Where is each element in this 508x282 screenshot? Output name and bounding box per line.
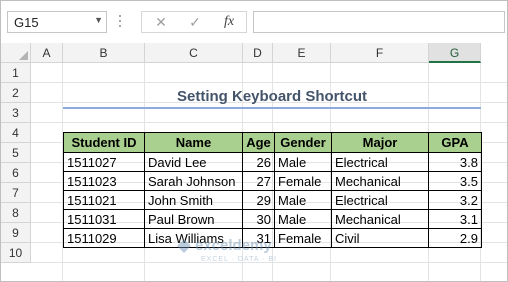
cell-age[interactable]: 27 [242, 171, 275, 191]
formula-input[interactable] [253, 11, 505, 33]
cell-gender[interactable]: Male [274, 190, 332, 210]
table-row: 1511023 Sarah Johnson 27 Female Mechanic… [63, 171, 482, 191]
sheet-title: Setting Keyboard Shortcut [176, 88, 367, 105]
cell-gpa[interactable]: 2.9 [428, 228, 482, 248]
row-header-9[interactable]: 9 [1, 223, 31, 243]
column-header-a[interactable]: A [31, 43, 63, 63]
cell-student-id[interactable]: 1511031 [63, 209, 145, 229]
table-header-row: Student ID Name Age Gender Major GPA [63, 132, 482, 153]
cell-age[interactable]: 31 [242, 228, 275, 248]
cell-age[interactable]: 30 [242, 209, 275, 229]
row-header-1[interactable]: 1 [1, 63, 31, 83]
column-header-e[interactable]: E [273, 43, 331, 63]
cancel-icon[interactable]: ✕ [148, 13, 174, 31]
header-gpa[interactable]: GPA [428, 132, 482, 153]
cell-gpa[interactable]: 3.2 [428, 190, 482, 210]
header-age[interactable]: Age [242, 132, 275, 153]
row-header-5[interactable]: 5 [1, 143, 31, 163]
row-header-8[interactable]: 8 [1, 203, 31, 223]
formula-buttons: ✕ ✓ fx [141, 11, 247, 33]
cell-major[interactable]: Civil [331, 228, 429, 248]
insert-function-icon[interactable]: fx [216, 13, 242, 31]
cell-major[interactable]: Electrical [331, 152, 429, 172]
cell-gender[interactable]: Female [274, 228, 332, 248]
header-student-id[interactable]: Student ID [63, 132, 145, 153]
name-box[interactable]: G15 ▼ [7, 11, 107, 33]
enter-check-icon[interactable]: ✓ [182, 13, 208, 31]
chevron-down-icon[interactable]: ▼ [94, 15, 103, 25]
column-header-c[interactable]: C [145, 43, 243, 63]
column-header-b[interactable]: B [63, 43, 145, 63]
cell-gpa[interactable]: 3.1 [428, 209, 482, 229]
row-header-4[interactable]: 4 [1, 123, 31, 143]
name-box-value: G15 [14, 15, 39, 30]
formula-bar: G15 ▼ ✕ ✓ fx [1, 1, 507, 43]
cell-major[interactable]: Mechanical [331, 209, 429, 229]
table-row: 1511029 Lisa Williams 31 Female Civil 2.… [63, 228, 482, 248]
column-header-f[interactable]: F [331, 43, 429, 63]
table-row: 1511031 Paul Brown 30 Male Mechanical 3.… [63, 209, 482, 229]
column-header-d[interactable]: D [243, 43, 273, 63]
cell-name[interactable]: John Smith [144, 190, 243, 210]
cell-name[interactable]: Sarah Johnson [144, 171, 243, 191]
cell-name[interactable]: David Lee [144, 152, 243, 172]
select-all-corner[interactable] [1, 43, 31, 63]
row-header-6[interactable]: 6 [1, 163, 31, 183]
cell-major[interactable]: Electrical [331, 190, 429, 210]
table-row: 1511027 David Lee 26 Male Electrical 3.8 [63, 152, 482, 172]
header-name[interactable]: Name [144, 132, 243, 153]
cell-gpa[interactable]: 3.5 [428, 171, 482, 191]
more-options-icon[interactable] [117, 12, 123, 32]
header-major[interactable]: Major [331, 132, 429, 153]
title-underline [63, 107, 481, 109]
cell-gender[interactable]: Male [274, 209, 332, 229]
cell-age[interactable]: 26 [242, 152, 275, 172]
cell-student-id[interactable]: 1511029 [63, 228, 145, 248]
excel-window: G15 ▼ ✕ ✓ fx ABCDEFG 1 2 3 4 5 6 7 8 9 10 Setting… [0, 0, 508, 282]
row-header-3[interactable]: 3 [1, 103, 31, 123]
student-table: Student ID Name Age Gender Major GPA 151… [63, 132, 482, 248]
header-gender[interactable]: Gender [274, 132, 332, 153]
gridline [31, 262, 507, 263]
cell-gender[interactable]: Female [274, 171, 332, 191]
cell-name[interactable]: Paul Brown [144, 209, 243, 229]
column-header-g[interactable]: G [429, 43, 481, 63]
row-header-10[interactable]: 10 [1, 243, 31, 263]
gridline [31, 122, 507, 123]
cell-student-id[interactable]: 1511027 [63, 152, 145, 172]
cell-age[interactable]: 29 [242, 190, 275, 210]
row-header-2[interactable]: 2 [1, 83, 31, 103]
table-row: 1511021 John Smith 29 Male Electrical 3.… [63, 190, 482, 210]
cell-student-id[interactable]: 1511023 [63, 171, 145, 191]
cell-gpa[interactable]: 3.8 [428, 152, 482, 172]
cell-student-id[interactable]: 1511021 [63, 190, 145, 210]
row-header-7[interactable]: 7 [1, 183, 31, 203]
cell-name[interactable]: Lisa Williams [144, 228, 243, 248]
cell-major[interactable]: Mechanical [331, 171, 429, 191]
gridline [31, 82, 507, 83]
cell-gender[interactable]: Male [274, 152, 332, 172]
